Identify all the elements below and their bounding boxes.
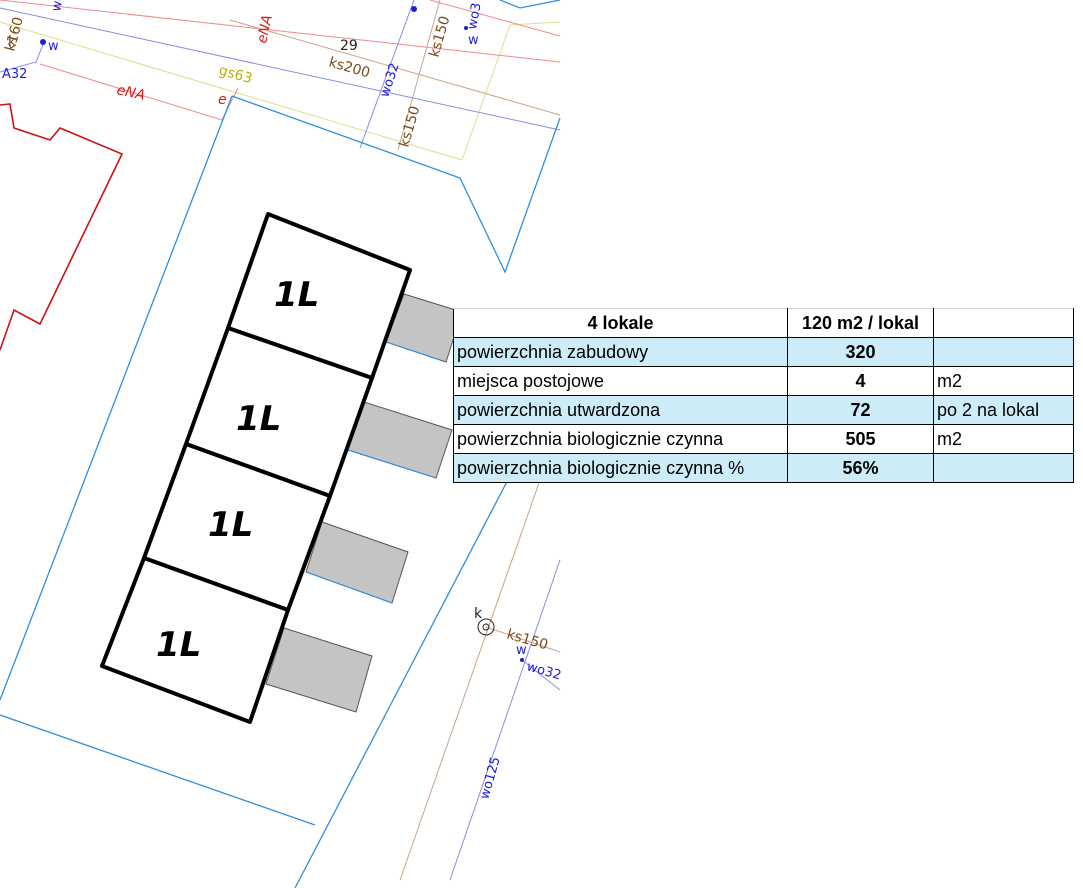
water-node	[411, 6, 417, 12]
map-label: w	[48, 39, 59, 54]
row-label: powierzchnia zabudowy	[453, 337, 788, 367]
map-label: ks150	[396, 104, 423, 149]
table-row: powierzchnia biologicznie czynna % 56%	[453, 453, 1074, 483]
row-value: 505	[787, 424, 934, 454]
parking-stall	[265, 627, 373, 713]
row-value: 72	[787, 395, 934, 425]
row-value: 320	[787, 337, 934, 367]
unit-label: 1L	[208, 505, 253, 545]
map-label: ks150	[426, 14, 453, 59]
existing-building-outline	[0, 103, 124, 351]
row-unit	[933, 337, 1074, 367]
map-label: 29	[340, 38, 358, 54]
map-label: wo	[49, 0, 67, 13]
table-header-row: 4 lokale 120 m2 / lokal	[453, 308, 1074, 338]
map-label: e	[218, 92, 227, 108]
table-header-cell: 120 m2 / lokal	[787, 308, 934, 338]
table-row: powierzchnia zabudowy 320	[453, 337, 1074, 367]
row-unit: m2	[933, 424, 1074, 454]
row-label: miejsca postojowe	[453, 366, 788, 396]
map-label: eNA	[254, 13, 276, 44]
row-unit	[933, 453, 1074, 483]
area-summary-table: 4 lokale 120 m2 / lokal powierzchnia zab…	[453, 308, 1074, 483]
row-value: 56%	[787, 453, 934, 483]
map-label: wo125	[477, 755, 503, 801]
unit-label: 1L	[274, 275, 319, 315]
row-label: powierzchnia biologicznie czynna	[453, 424, 788, 454]
table-row: miejsca postojowe 4 m2	[453, 366, 1074, 396]
map-label: ks150	[505, 626, 550, 653]
unit-label: 1L	[156, 625, 201, 665]
row-label: powierzchnia biologicznie czynna %	[453, 453, 788, 483]
water-line-bottom	[449, 559, 561, 881]
row-unit: m2	[933, 366, 1074, 396]
residential-units	[100, 212, 412, 724]
map-label: wo32	[525, 659, 563, 683]
row-value: 4	[787, 366, 934, 396]
map-label: w	[468, 33, 479, 48]
map-label: w	[516, 643, 527, 658]
water-node	[520, 658, 524, 662]
table-header-cell: 4 lokale	[453, 308, 788, 338]
map-label: A32	[2, 67, 27, 82]
row-label: powierzchnia utwardzona	[453, 395, 788, 425]
map-label: gs63	[217, 62, 254, 87]
map-label: k	[8, 34, 17, 50]
map-label: wo3	[465, 2, 484, 31]
table-row: powierzchnia utwardzona 72 po 2 na lokal	[453, 395, 1074, 425]
table-header-cell	[933, 308, 1074, 338]
table-row: powierzchnia biologicznie czynna 505 m2	[453, 424, 1074, 454]
row-unit: po 2 na lokal	[933, 395, 1074, 425]
water-node	[40, 39, 46, 45]
unit-label: 1L	[236, 399, 281, 439]
map-label: k	[474, 606, 483, 622]
map-label: wo32	[378, 61, 403, 99]
map-label: eNA	[115, 82, 146, 104]
